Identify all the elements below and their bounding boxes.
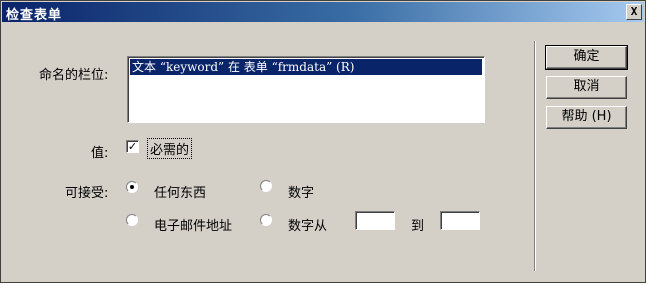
named-fields-listbox[interactable]: 文本 “keyword” 在 表单 “frmdata” (R) [127,56,485,123]
radio-anything[interactable] [126,181,138,193]
value-label: 值: [91,146,109,161]
required-label-focus[interactable]: 必需的 [147,138,193,159]
radio-number-range[interactable] [260,214,272,226]
named-fields-label: 命名的栏位: [39,68,109,83]
help-button[interactable]: 帮助 (H) [546,106,627,129]
ok-button[interactable]: 确定 [545,45,628,70]
cancel-button[interactable]: 取消 [546,76,627,99]
required-label: 必需的 [150,143,190,158]
close-icon[interactable]: X [626,4,642,20]
required-checkbox[interactable]: ✓ [126,140,139,153]
checkmark-icon: ✓ [127,140,138,153]
radio-anything-label[interactable]: 任何东西 [154,182,206,201]
radio-number[interactable] [260,180,272,192]
radio-number-label[interactable]: 数字 [288,182,314,201]
accept-label: 可接受: [65,186,109,201]
radio-email[interactable] [126,214,138,226]
range-to-label: 到 [411,219,425,234]
range-to-input[interactable] [440,211,480,230]
radio-number-range-label[interactable]: 数字从 [288,215,327,234]
radio-email-label[interactable]: 电子邮件地址 [154,215,232,234]
check-form-dialog: 检查表单 X 命名的栏位: 文本 “keyword” 在 表单 “frmdata… [0,0,646,283]
title-bar[interactable]: 检查表单 X [2,2,644,23]
vertical-divider [534,41,536,271]
range-from-input[interactable] [355,211,395,230]
list-item-selected[interactable]: 文本 “keyword” 在 表单 “frmdata” (R) [130,59,482,75]
dialog-title: 检查表单 [6,8,63,23]
